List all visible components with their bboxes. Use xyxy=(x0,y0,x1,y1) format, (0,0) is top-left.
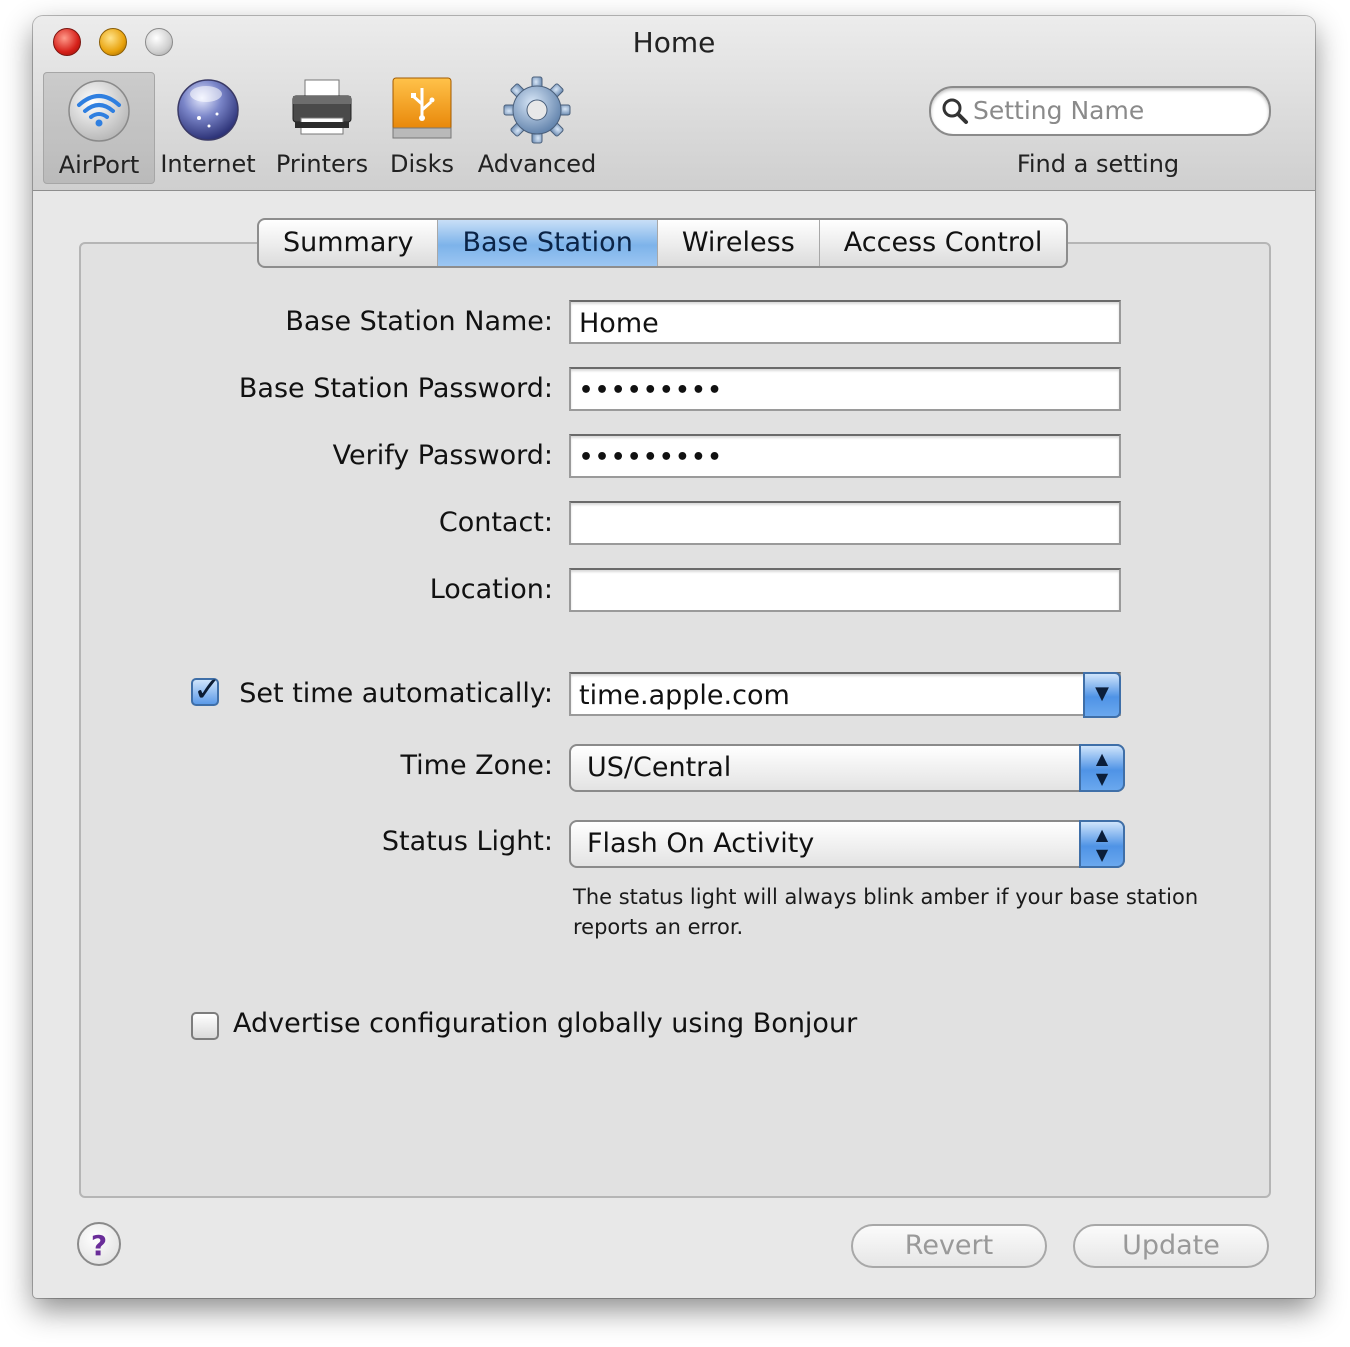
toolbar-item-disks[interactable]: Disks xyxy=(377,72,467,182)
toolbar: Home AirPort Internet Printers Disks Adv… xyxy=(33,16,1315,191)
status-light-help-text: The status light will always blink amber… xyxy=(573,885,1199,939)
update-button[interactable]: Update xyxy=(1073,1224,1269,1268)
revert-button[interactable]: Revert xyxy=(851,1224,1047,1268)
verify-password-label: Verify Password: xyxy=(332,440,553,471)
toolbar-item-advanced[interactable]: Advanced xyxy=(475,72,599,182)
toolbar-item-internet[interactable]: Internet xyxy=(153,72,263,182)
time-server-value: time.apple.com xyxy=(579,680,790,711)
base-station-password-field[interactable]: ••••••••• xyxy=(569,367,1121,411)
bonjour-label[interactable]: Advertise configuration globally using B… xyxy=(233,1008,857,1039)
time-zone-popup[interactable]: US/Central ▲ ▼ xyxy=(569,744,1125,792)
time-zone-label: Time Zone: xyxy=(400,750,554,781)
chevron-down-icon: ▼ xyxy=(1095,683,1109,704)
tab-access-control[interactable]: Access Control xyxy=(820,220,1067,266)
search-input[interactable] xyxy=(971,92,1255,128)
combo-dropdown-button[interactable]: ▼ xyxy=(1083,672,1121,718)
location-field[interactable] xyxy=(569,568,1121,612)
search-icon xyxy=(942,98,968,124)
up-down-arrows-icon: ▲ ▼ xyxy=(1079,744,1125,792)
internet-globe-icon xyxy=(177,79,239,141)
set-time-label: Set time automatically: xyxy=(239,678,553,709)
gear-icon xyxy=(503,76,571,144)
help-button[interactable]: ? xyxy=(77,1222,121,1266)
location-label: Location: xyxy=(429,574,553,605)
window-title: Home xyxy=(632,26,716,59)
base-station-name-field[interactable]: Home xyxy=(569,300,1121,344)
toolbar-item-label: Internet xyxy=(160,150,256,178)
airport-icon xyxy=(68,80,130,142)
status-light-popup[interactable]: Flash On Activity ▲ ▼ xyxy=(569,820,1125,868)
tab-summary[interactable]: Summary xyxy=(259,220,439,266)
base-station-password-label: Base Station Password: xyxy=(238,373,553,404)
up-down-arrows-icon: ▲ ▼ xyxy=(1079,820,1125,868)
time-server-combo[interactable]: time.apple.com ▼ xyxy=(569,672,1121,718)
verify-password-field[interactable]: ••••••••• xyxy=(569,434,1121,478)
toolbar-item-label: Disks xyxy=(389,150,455,178)
contact-label: Contact: xyxy=(438,507,553,538)
search-caption: Find a setting xyxy=(1016,150,1180,178)
toolbar-item-label: AirPort xyxy=(58,151,140,179)
toolbar-item-label: Advanced xyxy=(477,150,597,178)
base-station-name-label: Base Station Name: xyxy=(285,306,553,337)
tab-base-station[interactable]: Base Station xyxy=(438,220,658,266)
toolbar-item-printers[interactable]: Printers xyxy=(267,72,377,182)
tab-wireless[interactable]: Wireless xyxy=(658,220,820,266)
contact-field[interactable] xyxy=(569,501,1121,545)
preferences-window: Home AirPort Internet Printers Disks Adv… xyxy=(33,16,1315,1298)
status-light-label: Status Light: xyxy=(381,826,553,857)
tab-bar: Summary Base Station Wireless Access Con… xyxy=(257,218,1069,268)
status-light-value: Flash On Activity xyxy=(587,828,815,859)
disk-usb-icon xyxy=(392,77,452,139)
setting-search-field[interactable] xyxy=(929,86,1271,136)
toolbar-item-airport[interactable]: AirPort xyxy=(43,72,155,184)
bonjour-checkbox[interactable] xyxy=(191,1012,219,1040)
printer-icon xyxy=(292,79,352,135)
toolbar-item-label: Printers xyxy=(275,150,369,178)
time-zone-value: US/Central xyxy=(587,752,732,783)
